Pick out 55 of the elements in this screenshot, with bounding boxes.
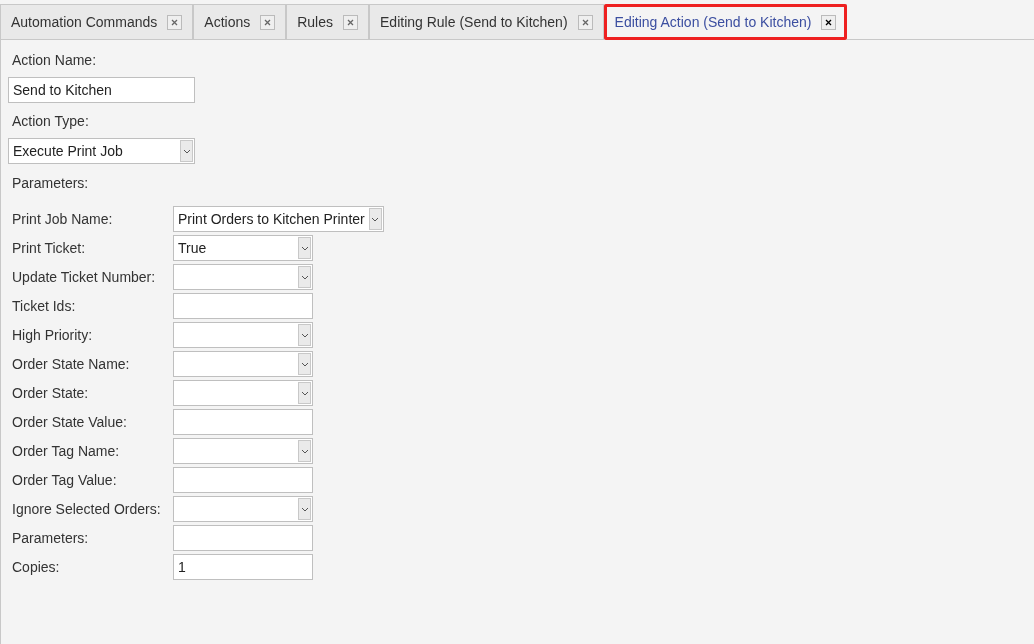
field-label: Copies: bbox=[11, 557, 61, 577]
dropdown[interactable] bbox=[173, 496, 313, 522]
dropdown-button[interactable] bbox=[298, 498, 311, 520]
input-field[interactable] bbox=[173, 525, 313, 551]
dropdown[interactable] bbox=[173, 351, 313, 377]
caret-icon bbox=[182, 148, 191, 154]
dropdown-button[interactable] bbox=[298, 324, 311, 346]
input-field[interactable] bbox=[173, 409, 313, 435]
field-label: Print Job Name: bbox=[11, 209, 114, 229]
caret-icon bbox=[300, 332, 309, 338]
dropdown-button[interactable] bbox=[368, 208, 382, 230]
field-label: Order State Name: bbox=[11, 354, 131, 374]
section-label: Parameters: bbox=[11, 174, 90, 193]
dropdown-button[interactable] bbox=[298, 440, 311, 462]
caret-icon bbox=[300, 390, 309, 396]
dropdown[interactable]: Execute Print Job bbox=[8, 138, 195, 164]
field-label: Print Ticket: bbox=[11, 238, 87, 258]
dropdown[interactable] bbox=[173, 438, 313, 464]
field-label: Action Name: bbox=[11, 51, 98, 70]
field-label: Order State: bbox=[11, 383, 90, 403]
field-label: High Priority: bbox=[11, 325, 94, 345]
caret-icon bbox=[300, 506, 309, 512]
field-label: Action Type: bbox=[11, 112, 90, 131]
caret-icon bbox=[371, 216, 380, 222]
tab[interactable]: Rules bbox=[286, 4, 369, 40]
caret-icon bbox=[300, 245, 309, 251]
dropdown[interactable] bbox=[173, 264, 313, 290]
field-label: Ticket Ids: bbox=[11, 296, 77, 316]
tab[interactable]: Automation Commands bbox=[0, 4, 194, 40]
input-field[interactable] bbox=[173, 293, 313, 319]
tab[interactable]: Actions bbox=[193, 4, 287, 40]
field-label: Order Tag Name: bbox=[11, 441, 121, 461]
tab[interactable]: Editing Action (Send to Kitchen) bbox=[603, 4, 848, 40]
dropdown[interactable]: True bbox=[173, 235, 313, 261]
caret-icon bbox=[300, 361, 309, 367]
dropdown[interactable]: Print Orders to Kitchen Printer bbox=[173, 206, 384, 232]
dropdown-button[interactable] bbox=[298, 266, 311, 288]
caret-icon bbox=[300, 448, 309, 454]
input-field[interactable]: Send to Kitchen bbox=[8, 77, 195, 103]
field-label: Order State Value: bbox=[11, 412, 128, 432]
tab[interactable]: Editing Rule (Send to Kitchen) bbox=[369, 4, 604, 40]
dropdown-button[interactable] bbox=[180, 140, 193, 162]
close-icon[interactable] bbox=[821, 15, 837, 30]
dropdown-button[interactable] bbox=[298, 382, 311, 404]
field-label: Update Ticket Number: bbox=[11, 267, 157, 287]
input-field[interactable] bbox=[173, 467, 313, 493]
dropdown-button[interactable] bbox=[298, 237, 311, 259]
field-label: Ignore Selected Orders: bbox=[11, 499, 162, 519]
field-label: Parameters: bbox=[11, 528, 90, 548]
dropdown[interactable] bbox=[173, 380, 313, 406]
field-label: Order Tag Value: bbox=[11, 470, 118, 490]
caret-icon bbox=[300, 274, 309, 280]
dropdown[interactable] bbox=[173, 322, 313, 348]
dropdown-button[interactable] bbox=[298, 353, 311, 375]
input-field[interactable]: 1 bbox=[173, 554, 313, 580]
